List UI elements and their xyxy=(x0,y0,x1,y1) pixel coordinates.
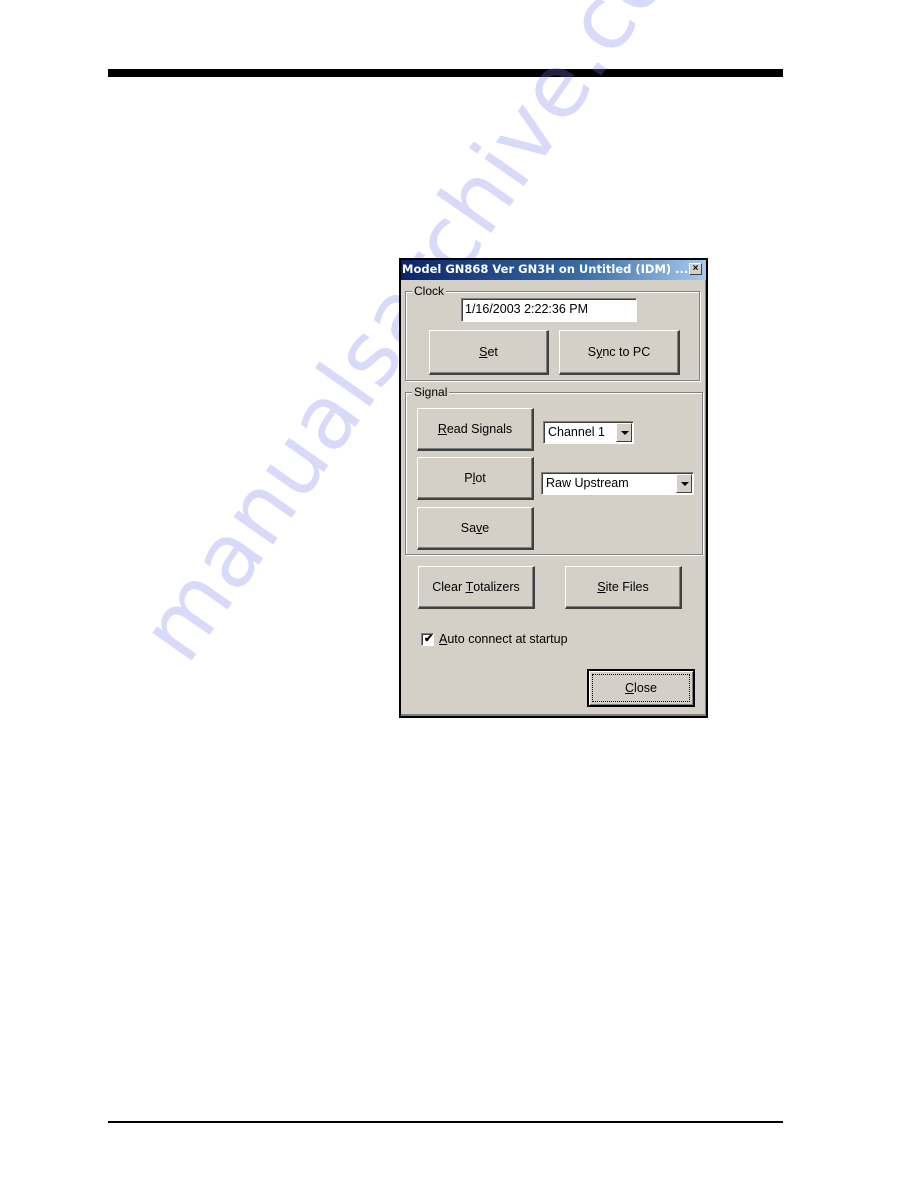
chevron-down-icon[interactable] xyxy=(676,474,692,493)
plot-button[interactable]: Pl ot xyxy=(417,457,534,500)
site-files-button[interactable]: Site Files xyxy=(565,566,682,609)
signal-type-select-value: Raw Upstream xyxy=(546,476,629,490)
site-files-mnemonic: S xyxy=(597,580,606,594)
close-icon[interactable]: × xyxy=(689,263,702,275)
read-signals-button[interactable]: Read Signals xyxy=(417,408,534,451)
clear-totalizers-label-pre: Clear xyxy=(432,580,466,594)
site-files-label-post: ite Files xyxy=(605,580,649,594)
clock-datetime-field[interactable]: 1/16/2003 2:22:36 PM xyxy=(461,298,637,322)
checkmark-icon: ✔ xyxy=(424,633,434,645)
save-label-post: e xyxy=(482,521,490,535)
sync-button-label-post: nc to PC xyxy=(602,345,651,359)
auto-connect-label-post: uto connect at startup xyxy=(447,632,568,646)
set-button-label-post: et xyxy=(487,345,498,359)
set-button-mnemonic: S xyxy=(479,345,488,359)
auto-connect-label[interactable]: Auto connect at startup xyxy=(439,632,568,646)
plot-label-pre: P xyxy=(464,471,473,485)
page-footer-rule xyxy=(108,1121,783,1123)
signal-group-label: Signal xyxy=(412,385,450,399)
focus-rect xyxy=(592,674,690,702)
read-signals-mnemonic: R xyxy=(437,422,447,436)
clock-group-label: Clock xyxy=(412,284,447,298)
plot-label-post: ot xyxy=(475,471,486,485)
page-header-rule xyxy=(108,69,783,77)
signal-type-select[interactable]: Raw Upstream xyxy=(541,472,694,495)
save-label-pre: Sa xyxy=(460,521,477,535)
clear-totalizers-mnemonic: T xyxy=(465,580,474,594)
sync-to-pc-button[interactable]: Sy nc to PC xyxy=(559,330,680,375)
clear-totalizers-label-post: otalizers xyxy=(473,580,520,594)
chevron-down-icon[interactable] xyxy=(616,423,632,442)
channel-select[interactable]: Channel 1 xyxy=(543,421,634,444)
close-button[interactable]: Close xyxy=(587,669,695,707)
sync-button-label-pre: S xyxy=(587,345,597,359)
save-button[interactable]: Sa v e xyxy=(417,507,534,550)
gn868-dialog: Model GN868 Ver GN3H on Untitled (IDM) .… xyxy=(399,258,708,718)
clear-totalizers-button[interactable]: Clear Totalizers xyxy=(418,566,535,609)
title-bar[interactable]: Model GN868 Ver GN3H on Untitled (IDM) .… xyxy=(401,260,706,280)
dialog-title: Model GN868 Ver GN3H on Untitled (IDM) .… xyxy=(402,262,689,276)
read-signals-label-post: ead Signals xyxy=(446,422,513,436)
channel-select-value: Channel 1 xyxy=(548,425,605,439)
set-button[interactable]: Set xyxy=(429,330,549,375)
auto-connect-checkbox[interactable]: ✔ xyxy=(421,633,434,646)
